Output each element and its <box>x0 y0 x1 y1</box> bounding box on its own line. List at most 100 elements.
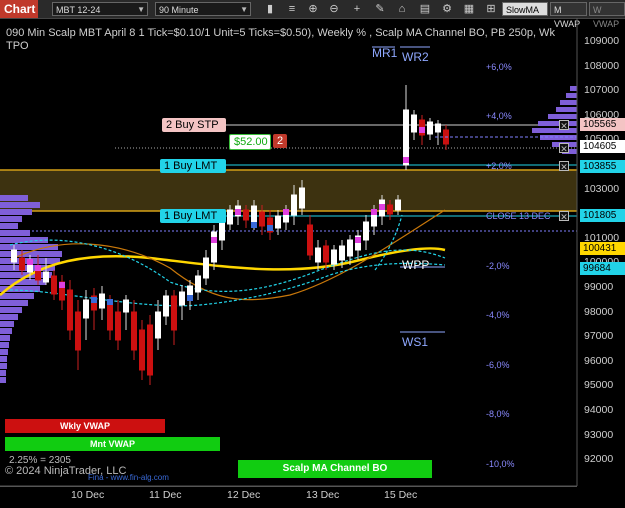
candle-body <box>211 231 217 263</box>
candle-body <box>411 114 417 133</box>
candle-body <box>331 249 337 265</box>
price-tick-label: 109000 <box>584 35 620 47</box>
candle-body <box>323 245 329 263</box>
candle-body <box>259 211 265 227</box>
candle-body <box>251 205 257 223</box>
signal-marker <box>283 209 289 215</box>
candle-body <box>395 199 401 211</box>
buy-lmt-order-1[interactable]: 1 Buy LMT <box>160 159 226 173</box>
pct-level-label: +4,0% <box>486 111 512 121</box>
wpp-label: WPP <box>402 258 430 272</box>
signal-marker <box>211 237 217 243</box>
candle-body <box>131 311 137 351</box>
date-tick-label: 13 Dec <box>306 489 340 501</box>
mnt-vwap-bar: Mnt VWAP <box>5 437 220 451</box>
signal-marker <box>371 209 377 215</box>
candle-body <box>123 299 129 313</box>
candle-body <box>147 324 153 376</box>
ma-channel-bar: Scalp MA Channel BO <box>238 460 432 478</box>
candle-body <box>155 311 161 339</box>
date-tick-label: 10 Dec <box>71 489 105 501</box>
signal-marker <box>187 295 193 301</box>
price-tag: 99684 <box>580 262 625 275</box>
pct-level-label: +6,0% <box>486 62 512 72</box>
candle-body <box>43 271 49 283</box>
signal-marker <box>35 265 41 271</box>
candle-body <box>171 295 177 331</box>
signal-marker <box>379 204 385 210</box>
candle-body <box>403 109 409 166</box>
date-tick-label: 15 Dec <box>384 489 418 501</box>
price-tick-label: 103000 <box>584 182 620 195</box>
date-tick-label: 11 Dec <box>149 489 182 501</box>
candle-body <box>179 291 185 306</box>
candle-body <box>387 204 393 215</box>
pnl-label: $52.00 <box>229 134 271 150</box>
candle-body <box>307 224 313 256</box>
candle-body <box>19 257 25 271</box>
slow-ma-line <box>0 247 446 296</box>
price-tag: 100431 <box>580 242 625 255</box>
signal-marker <box>107 299 113 305</box>
candle-body <box>291 194 297 216</box>
close-icon[interactable]: ✕ <box>559 143 569 154</box>
signal-marker <box>91 297 97 303</box>
price-tick-label: 95000 <box>584 379 614 392</box>
date-tick-label: 12 Dec <box>227 489 261 501</box>
price-tick-label: 94000 <box>584 404 614 416</box>
signal-marker <box>235 209 241 215</box>
signal-marker <box>403 157 409 163</box>
mr1-label: MR1 <box>372 46 398 60</box>
candle-body <box>115 311 121 341</box>
wr2-label: WR2 <box>402 50 429 64</box>
pct-level-label: -2,0% <box>486 261 510 271</box>
candle-body <box>67 289 73 331</box>
signal-marker <box>251 222 257 228</box>
chart-title: 090 Min Scalp MBT April 8 1 Tick=$0.10/1… <box>6 27 555 52</box>
candle-body <box>227 209 233 225</box>
price-tick-label: 97000 <box>584 330 614 343</box>
price-tag: 104605 <box>580 140 625 153</box>
close-icon[interactable]: ✕ <box>559 211 569 222</box>
close-icon[interactable]: ✕ <box>559 120 569 131</box>
candle-body <box>195 275 201 293</box>
candles-group <box>11 85 449 385</box>
price-tick-label: 93000 <box>584 428 614 441</box>
pct-level-label: -4,0% <box>486 310 510 320</box>
chart-window: Chart MBT 12-24 ▼ 90 Minute ▼ ▮ ≡ ⊕ ⊖ + … <box>0 0 625 508</box>
price-tag: 105565 <box>580 118 625 131</box>
channel-lower-line <box>9 262 446 307</box>
pct-level-label: -6,0% <box>486 360 510 370</box>
candle-body <box>347 239 353 257</box>
price-tick-label: 107000 <box>584 84 620 97</box>
value-area-band <box>0 170 577 211</box>
candle-body <box>163 295 169 317</box>
candle-body <box>51 275 57 295</box>
buy-lmt-order-2[interactable]: 1 Buy LMT <box>160 209 226 223</box>
candle-body <box>75 311 81 351</box>
candle-body <box>315 247 321 263</box>
price-tick-label: 99000 <box>584 281 614 293</box>
price-tick-label: 96000 <box>584 354 614 367</box>
candle-body <box>219 219 225 241</box>
signal-marker <box>27 259 33 265</box>
price-tick-label: 98000 <box>584 305 614 318</box>
candle-body <box>275 215 281 229</box>
price-tick-label: 108000 <box>584 59 620 72</box>
signal-marker <box>419 127 425 133</box>
candle-body <box>11 249 17 263</box>
close-level-label: CLOSE 13 DEC <box>486 211 551 221</box>
pct-level-label: +2,0% <box>486 161 512 171</box>
price-tag: 101805 <box>580 209 625 222</box>
candle-body <box>435 123 441 133</box>
position-qty[interactable]: 2 <box>273 134 287 148</box>
close-icon[interactable]: ✕ <box>559 161 569 172</box>
candle-body <box>363 221 369 241</box>
signal-marker <box>267 225 273 231</box>
volume-profile-right <box>532 86 577 154</box>
price-tick-label: 92000 <box>584 453 614 466</box>
price-tag: 103855 <box>580 160 625 173</box>
buy-stp-order[interactable]: 2 Buy STP <box>162 118 226 132</box>
ws1-label: WS1 <box>402 335 429 349</box>
wkly-vwap-bar: Wkly VWAP <box>5 419 165 433</box>
